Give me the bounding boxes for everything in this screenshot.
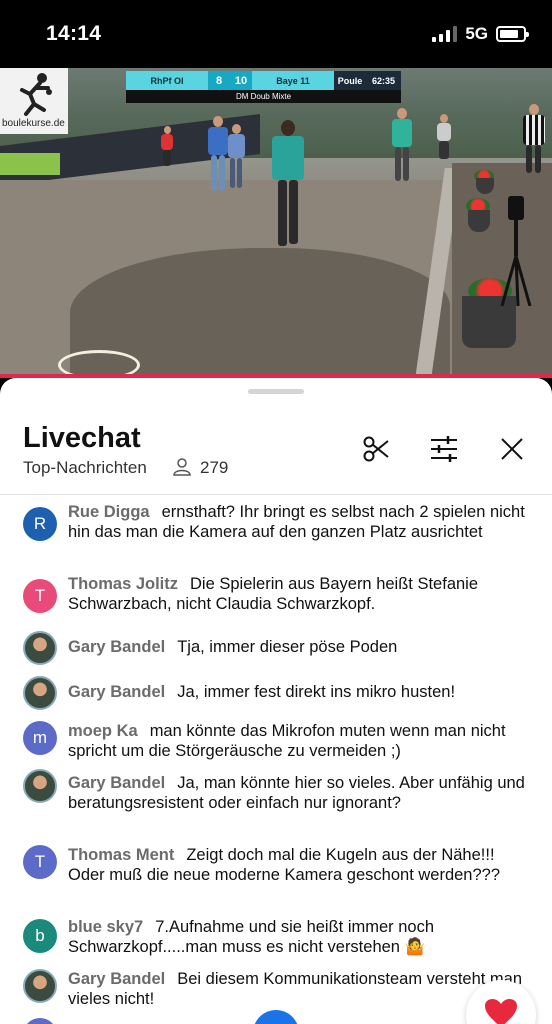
message-author[interactable]: Thomas Ment	[68, 846, 174, 864]
chat-mode-selector[interactable]: Top-Nachrichten	[23, 458, 147, 478]
avatar[interactable]	[23, 969, 57, 1003]
message-author[interactable]: Gary Bandel	[68, 970, 165, 988]
message-author[interactable]: Rue Digga	[68, 503, 150, 521]
player-green-shirt	[268, 120, 308, 260]
message-author[interactable]: Thomas Jolitz	[68, 575, 178, 593]
avatar[interactable]: R	[23, 507, 57, 541]
status-indicators: 5G	[432, 24, 529, 44]
team2-score: 10	[230, 71, 252, 90]
team1-score: 8	[208, 71, 230, 90]
status-time: 14:14	[46, 22, 102, 45]
boule-player-logo-icon	[20, 73, 52, 116]
viewer-person-icon	[173, 458, 191, 476]
avatar[interactable]	[23, 769, 57, 803]
team1-name: RhPf OI	[126, 71, 208, 90]
camera-tripod	[500, 196, 532, 306]
viewer-count: 279	[200, 458, 229, 477]
video-player[interactable]: boulekurse.de RhPf OI 8 10 Baye 11 Poule…	[0, 68, 552, 376]
battery-icon	[496, 26, 529, 42]
message-text: Ja, immer fest direkt ins mikro husten!	[177, 683, 456, 701]
message-text: Tja, immer dieser pöse Poden	[177, 638, 398, 656]
avatar[interactable]: m	[23, 721, 57, 755]
signal-icon	[432, 26, 458, 42]
message-author[interactable]: Gary Bandel	[68, 638, 165, 656]
status-bar: 14:14 5G	[0, 0, 552, 68]
chat-settings-button[interactable]	[428, 433, 460, 465]
filter-sliders-icon	[431, 436, 457, 462]
message-author[interactable]: moep Ka	[68, 722, 138, 740]
event-name: DM Doub Mixte	[126, 90, 401, 103]
channel-logo: boulekurse.de	[0, 68, 68, 134]
chat-title: Livechat	[23, 422, 141, 454]
close-icon	[501, 438, 523, 460]
message-author[interactable]: Gary Bandel	[68, 774, 165, 792]
message-author[interactable]: Gary Bandel	[68, 683, 165, 701]
network-type: 5G	[465, 24, 488, 43]
scroll-to-latest-button[interactable]	[253, 1010, 299, 1024]
avatar[interactable]: b	[23, 919, 57, 953]
scoreboard: RhPf OI 8 10 Baye 11 Poule 62:35 DM Doub…	[126, 71, 401, 103]
avatar[interactable]	[23, 1018, 57, 1024]
drag-handle[interactable]	[248, 389, 304, 394]
avatar[interactable]: T	[23, 845, 57, 879]
heart-icon	[485, 999, 517, 1024]
message-author[interactable]: blue sky7	[68, 918, 143, 936]
avatar[interactable]: T	[23, 579, 57, 613]
livechat-panel: Livechat Top-Nachrichten 279 R Rue Digga…	[0, 378, 552, 1024]
close-chat-button[interactable]	[496, 433, 528, 465]
team2-name: Baye 11	[252, 71, 334, 90]
match-clock: 62:35	[366, 71, 401, 90]
scissors-icon	[363, 436, 389, 462]
match-phase: Poule	[334, 71, 366, 90]
avatar[interactable]	[23, 676, 57, 710]
avatar[interactable]	[23, 631, 57, 665]
throwing-circle	[58, 350, 140, 376]
clip-button[interactable]	[360, 433, 392, 465]
